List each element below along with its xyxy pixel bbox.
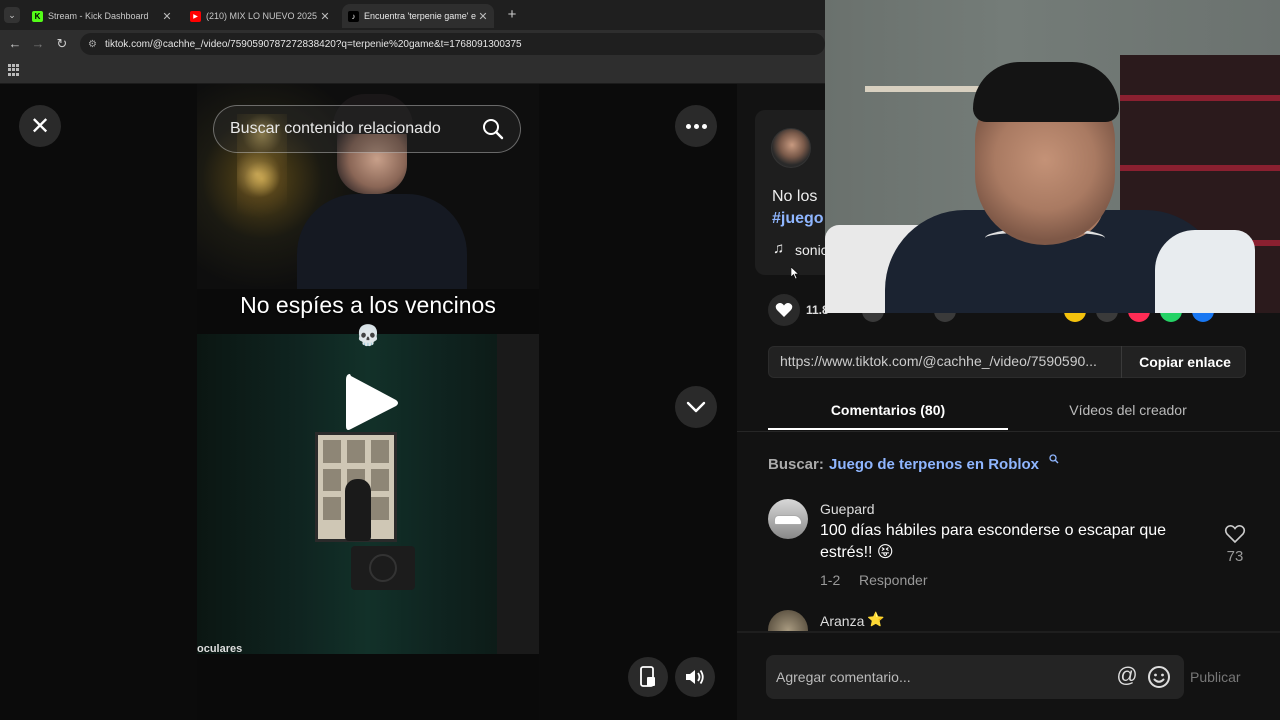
webcam-overlay: [825, 0, 1280, 313]
video-person-body: [297, 194, 467, 294]
site-info-icon[interactable]: ⚙: [88, 39, 97, 50]
tab-tiktok-search[interactable]: ♪ Encuentra 'terpenie game' en T ✕: [342, 4, 494, 28]
heart-icon: [775, 303, 793, 317]
user-badge: ⭐: [867, 611, 885, 627]
creator-avatar[interactable]: [771, 128, 811, 168]
link-divider: [1121, 346, 1122, 378]
mention-icon[interactable]: @: [1115, 665, 1139, 689]
active-tab-indicator: [768, 428, 1008, 430]
skull-emoji: 💀: [355, 325, 381, 347]
tiktok-logo-icon: ♪: [348, 10, 359, 22]
more-options-button[interactable]: [675, 105, 717, 147]
video-caption: No espíes a los vencinos: [240, 292, 496, 318]
copy-link-button[interactable]: Copiar enlace: [1124, 346, 1246, 378]
publish-button[interactable]: Publicar: [1190, 669, 1241, 685]
video-subtitle: oculares: [197, 643, 243, 655]
close-tab-icon[interactable]: ✕: [476, 10, 490, 23]
comment-username[interactable]: Guepard: [820, 501, 874, 517]
url-bar[interactable]: ⚙ tiktok.com/@cachhe_/video/759059078727…: [80, 33, 825, 55]
comment-like-count: 73: [1226, 548, 1244, 565]
comment-date: 1-2: [820, 572, 841, 588]
building-wall-edge: [497, 334, 539, 654]
emoji-icon[interactable]: [1147, 665, 1171, 689]
tabs-divider: [737, 431, 1280, 432]
chevron-down-icon: [686, 401, 706, 413]
post-description: No los: [772, 188, 818, 205]
volume-button[interactable]: [675, 657, 715, 697]
close-video-button[interactable]: ✕: [19, 105, 61, 147]
volume-icon: [686, 669, 704, 685]
back-arrow-icon[interactable]: ←: [6, 35, 24, 53]
reload-icon[interactable]: ↻: [53, 35, 71, 53]
like-button[interactable]: [768, 294, 800, 326]
search-icon[interactable]: [478, 114, 508, 144]
webcam-person-hair: [973, 62, 1119, 122]
tab-search-dropdown-icon[interactable]: ⌄: [4, 7, 20, 23]
mouse-cursor-icon: [790, 266, 800, 280]
close-icon: ✕: [29, 112, 51, 140]
forward-arrow-icon[interactable]: →: [29, 35, 47, 53]
webcam-person-sleeve: [1155, 230, 1255, 313]
air-conditioner-unit: [351, 546, 415, 590]
post-hashtag[interactable]: #juego: [772, 210, 824, 228]
comment-avatar[interactable]: [768, 499, 808, 539]
search-placeholder: Buscar contenido relacionado: [230, 120, 441, 137]
youtube-logo-icon: ▶: [190, 10, 201, 22]
search-icon: [1049, 454, 1059, 467]
shadow-figure: [345, 479, 371, 541]
search-suggestion-label: Buscar:: [768, 456, 824, 473]
reply-button[interactable]: Responder: [859, 572, 928, 588]
tab-label: Encuentra 'terpenie game' en T: [364, 11, 476, 21]
play-icon[interactable]: [344, 370, 400, 436]
comment-text: 100 días hábiles para esconderse o escap…: [820, 522, 1167, 561]
close-tab-icon[interactable]: ✕: [160, 10, 174, 23]
comment-username[interactable]: Aranza: [820, 613, 864, 629]
tab-label: Stream - Kick Dashboard: [48, 11, 149, 21]
tab-kick-dashboard[interactable]: K Stream - Kick Dashboard ✕: [26, 4, 178, 28]
next-video-button[interactable]: [675, 386, 717, 428]
new-tab-button[interactable]: +: [504, 6, 520, 24]
tab-youtube-mix[interactable]: ▶ (210) MIX LO NUEVO 2025 | En ✕: [184, 4, 336, 28]
tab-creator-videos[interactable]: Vídeos del creador: [1008, 394, 1248, 430]
related-content-search[interactable]: Buscar contenido relacionado: [213, 105, 521, 153]
comment-heart-icon[interactable]: [1224, 524, 1246, 544]
search-suggestion-term[interactable]: Juego de terpenos en Roblox: [829, 456, 1039, 473]
webcam-wall-pipe: [865, 86, 985, 92]
music-note-icon: ♫: [773, 240, 785, 257]
share-link-url[interactable]: https://www.tiktok.com/@cachhe_/video/75…: [780, 353, 1116, 369]
url-text: tiktok.com/@cachhe_/video/75905907872728…: [104, 38, 522, 50]
close-tab-icon[interactable]: ✕: [318, 10, 332, 23]
comment-placeholder: Agregar comentario...: [776, 669, 911, 685]
tab-comments[interactable]: Comentarios (80): [768, 394, 1008, 430]
picture-in-picture-button[interactable]: [628, 657, 668, 697]
apps-grid-icon[interactable]: [8, 64, 20, 76]
post-music[interactable]: sonic: [795, 242, 828, 258]
kick-logo-icon: K: [32, 10, 43, 22]
tab-label: (210) MIX LO NUEVO 2025 | En: [206, 11, 318, 21]
phone-pip-icon: [640, 666, 655, 687]
